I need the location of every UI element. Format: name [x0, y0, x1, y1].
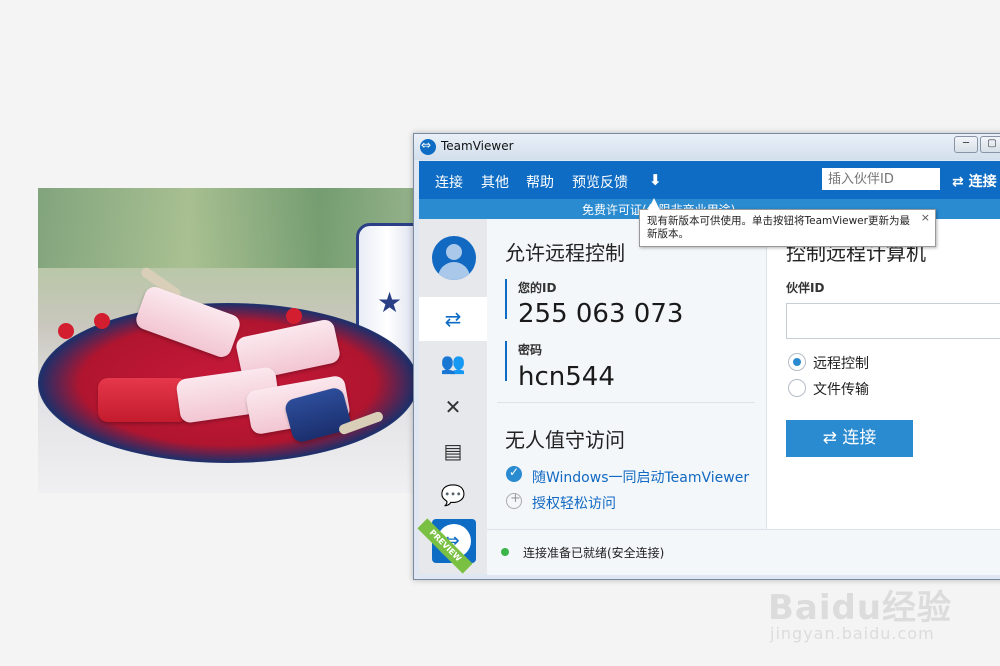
avatar[interactable]: [432, 236, 476, 280]
control-remote-section: 控制远程计算机 伙伴ID 远程控制 文件传输 ⇄ 连接: [766, 219, 1000, 529]
plus-icon: [506, 491, 522, 509]
teamviewer-logo-icon: [420, 138, 436, 155]
password-accent-bar: [505, 341, 507, 381]
strawberry: [286, 308, 302, 324]
expand-icon[interactable]: ✕: [419, 385, 487, 429]
remote-control-radio[interactable]: [788, 353, 806, 371]
baidu-watermark-url: jingyan.baidu.com: [770, 624, 935, 643]
arrows-icon[interactable]: ⇄: [419, 297, 487, 341]
remote-control-section: 允许远程控制 您的ID 255 063 073 密码 hcn544 无人值守访问…: [487, 219, 765, 529]
easy-access-link[interactable]: 授权轻松访问: [532, 493, 616, 513]
baidu-watermark: Baidu经验: [768, 588, 953, 628]
update-tooltip: 现有新版本可供使用。单击按钮将TeamViewer更新为最新版本。 ×: [639, 198, 936, 247]
unattended-title: 无人值守访问: [505, 428, 625, 452]
strawberry: [94, 313, 110, 329]
status-text: 连接准备已就绪(安全连接): [523, 546, 665, 560]
star-icon: ★: [377, 286, 403, 319]
sidebar: ⇄ 👥 ✕ ▤ 💬 PREVIEW: [417, 219, 487, 574]
status-dot-icon: [501, 548, 509, 556]
your-id-label: 您的ID: [518, 281, 557, 295]
tooltip-arrow: [648, 198, 660, 210]
main-panel: 允许远程控制 您的ID 255 063 073 密码 hcn544 无人值守访问…: [487, 219, 1000, 575]
avatar-head: [446, 244, 462, 260]
menu-feedback[interactable]: 预览反馈: [572, 172, 628, 192]
menu-bar: 连接 其他 帮助 预览反馈 ⬇ ⇄ 连接: [419, 161, 1000, 199]
check-icon: [506, 465, 522, 482]
popsicle-photo: ★: [38, 188, 414, 493]
chat-icon[interactable]: 💬: [419, 473, 487, 517]
password-value: hcn544: [518, 362, 615, 392]
allow-remote-title: 允许远程控制: [505, 241, 625, 265]
partner-id-label: 伙伴ID: [786, 281, 825, 295]
menu-help[interactable]: 帮助: [526, 172, 554, 192]
status-bar: 连接准备已就绪(安全连接): [487, 529, 1000, 575]
strawberry: [58, 323, 74, 339]
divider: [497, 402, 755, 403]
partner-id-field[interactable]: [786, 303, 1000, 339]
minimize-button[interactable]: ─: [954, 136, 978, 153]
start-with-windows-link[interactable]: 随Windows一同启动TeamViewer: [532, 467, 749, 487]
avatar-body: [438, 262, 470, 280]
remote-control-label[interactable]: 远程控制: [813, 353, 869, 373]
menu-other[interactable]: 其他: [481, 172, 509, 192]
contacts-icon[interactable]: ▤: [419, 429, 487, 473]
title-bar: TeamViewer ─ ▢: [414, 134, 1000, 160]
partner-id-input[interactable]: [822, 168, 940, 190]
popsicle: [98, 378, 188, 422]
window-title: TeamViewer: [441, 139, 514, 153]
maximize-button[interactable]: ▢: [980, 136, 1000, 153]
tooltip-text: 现有新版本可供使用。单击按钮将TeamViewer更新为最新版本。: [647, 215, 910, 240]
teamviewer-window: TeamViewer ─ ▢ 连接 其他 帮助 预览反馈 ⬇ ⇄ 连接 免费许可…: [413, 133, 1000, 580]
connect-button[interactable]: ⇄ 连接: [786, 420, 913, 457]
top-connect-button[interactable]: ⇄ 连接: [952, 171, 997, 191]
download-icon[interactable]: ⬇: [649, 171, 662, 189]
menu-connect[interactable]: 连接: [435, 172, 463, 192]
meeting-icon[interactable]: 👥: [419, 341, 487, 385]
close-icon[interactable]: ×: [921, 211, 930, 224]
file-transfer-radio[interactable]: [788, 379, 806, 397]
your-id-value: 255 063 073: [518, 299, 684, 329]
password-label: 密码: [518, 343, 543, 357]
file-transfer-label[interactable]: 文件传输: [813, 379, 869, 399]
id-accent-bar: [505, 279, 507, 319]
